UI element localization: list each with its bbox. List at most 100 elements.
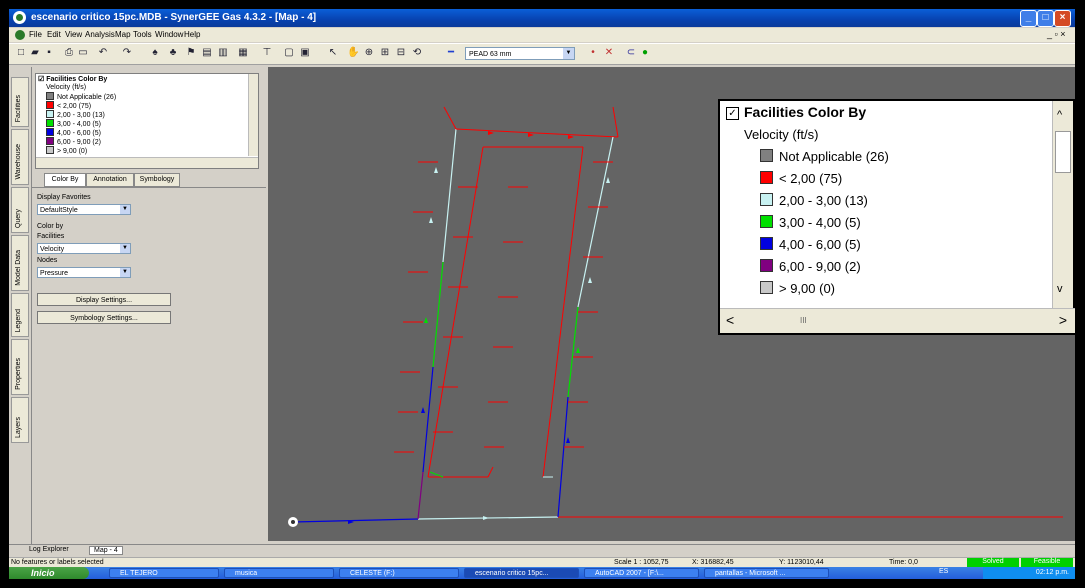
tab-color-by[interactable]: Color By bbox=[44, 173, 86, 187]
source-node-core bbox=[291, 520, 295, 524]
mdi-controls[interactable]: _ ▫ × bbox=[1047, 29, 1065, 39]
clock[interactable]: 02:12 p.m. bbox=[1036, 567, 1069, 579]
menu-view[interactable]: View bbox=[65, 30, 82, 39]
menu-window[interactable]: Window bbox=[155, 30, 183, 39]
title-bar[interactable]: escenario critico 15pc.MDB - SynerGEE Ga… bbox=[9, 9, 1075, 27]
preview-icon[interactable]: ▭ bbox=[77, 47, 89, 59]
scroll-left-icon[interactable]: < bbox=[726, 312, 734, 328]
legend-vscroll[interactable]: ^ v bbox=[1052, 101, 1073, 309]
legend-preview-item: 4,00 - 6,00 (5) bbox=[46, 128, 101, 137]
pipe-segment[interactable] bbox=[432, 261, 444, 368]
find-icon[interactable]: ♠ bbox=[149, 47, 161, 59]
pipe-segment[interactable] bbox=[612, 106, 619, 138]
menu-file[interactable]: File bbox=[29, 30, 42, 39]
pipe-type-select[interactable]: PEAD 63 mm ▼ bbox=[465, 47, 575, 60]
nodes-select[interactable]: Pressure ▼ bbox=[37, 267, 131, 278]
select-area-icon[interactable]: ▣ bbox=[299, 47, 311, 59]
tab-facilities[interactable]: Facilities bbox=[11, 77, 29, 127]
tab-model-data[interactable]: Model Data bbox=[11, 235, 29, 291]
menu-analysis[interactable]: Analysis bbox=[85, 30, 115, 39]
taskbar-item[interactable]: CELESTE (F:) bbox=[339, 568, 459, 578]
display-settings-button[interactable]: Display Settings... bbox=[37, 293, 171, 306]
undo-icon[interactable]: ↶ bbox=[97, 47, 109, 59]
print-icon[interactable]: ⎙ bbox=[63, 47, 75, 59]
tab-legend[interactable]: Legend bbox=[11, 293, 29, 337]
legend-item: < 2,00 (75) bbox=[760, 171, 842, 186]
service-laterals[interactable] bbox=[394, 161, 613, 453]
pipe-segment[interactable] bbox=[487, 466, 494, 478]
taskbar-item[interactable]: AutoCAD 2007 - [F:\... bbox=[584, 568, 699, 578]
calc-icon[interactable]: ▦ bbox=[237, 47, 249, 59]
tab-query[interactable]: Query bbox=[11, 187, 29, 233]
pointer-icon[interactable]: ↖ bbox=[327, 47, 339, 59]
scroll-up-icon[interactable]: ^ bbox=[1057, 109, 1062, 121]
pipe-segment[interactable] bbox=[417, 471, 424, 520]
minimize-button[interactable]: _ bbox=[1020, 10, 1037, 27]
menu-tools[interactable]: Tools bbox=[133, 30, 152, 39]
zoom-prev-icon[interactable]: ⟲ bbox=[411, 47, 423, 59]
taskbar-item[interactable]: EL TEJERO bbox=[109, 568, 219, 578]
start-button[interactable]: Inicio bbox=[9, 567, 89, 579]
legend-item: 2,00 - 3,00 (13) bbox=[760, 193, 868, 208]
link-icon[interactable]: ⊂ bbox=[625, 47, 637, 59]
warehouse-icon[interactable]: ♣ bbox=[167, 47, 179, 59]
redo-icon[interactable]: ↷ bbox=[121, 47, 133, 59]
scroll-down-icon[interactable]: v bbox=[1057, 283, 1063, 295]
taskbar-item[interactable]: musica bbox=[224, 568, 334, 578]
tab-layers[interactable]: Layers bbox=[11, 397, 29, 443]
report-icon[interactable]: ▤ bbox=[201, 47, 213, 59]
symbology-settings-button[interactable]: Symbology Settings... bbox=[37, 311, 171, 324]
menu-edit[interactable]: Edit bbox=[47, 30, 61, 39]
pipe-tool-icon[interactable]: ━ bbox=[445, 47, 457, 59]
legend-checkbox[interactable]: ✓ bbox=[726, 107, 739, 120]
taskbar-item[interactable]: escenario critico 15pc... bbox=[464, 568, 579, 578]
nodes-label: Nodes bbox=[37, 257, 58, 264]
tab-symbology[interactable]: Symbology bbox=[134, 173, 180, 187]
legend-hscroll[interactable]: < III > bbox=[720, 308, 1075, 333]
menu-help[interactable]: Help bbox=[184, 30, 200, 39]
legend-preview-item: 6,00 - 9,00 (2) bbox=[46, 137, 101, 146]
pipe-segment[interactable] bbox=[292, 518, 419, 523]
pan-icon[interactable]: ✋ bbox=[347, 47, 359, 59]
save-icon[interactable]: ▪ bbox=[43, 47, 55, 59]
new-icon[interactable]: □ bbox=[15, 47, 27, 59]
zoom-in-icon[interactable]: ⊕ bbox=[363, 47, 375, 59]
map-canvas[interactable]: ✓ Facilities Color By Velocity (ft/s) No… bbox=[268, 67, 1075, 541]
maximize-button[interactable]: □ bbox=[1037, 10, 1054, 27]
legend-preview: ☑ Facilities Color By Velocity (ft/s) No… bbox=[35, 73, 259, 169]
delete-node-icon[interactable]: ✕ bbox=[603, 47, 615, 59]
tab-map-4[interactable]: Map - 4 bbox=[89, 546, 123, 555]
tab-warehouse[interactable]: Warehouse bbox=[11, 129, 29, 185]
tab-log-explorer[interactable]: Log Explorer bbox=[29, 546, 69, 553]
language-indicator[interactable]: ES bbox=[939, 568, 948, 575]
valve-icon[interactable]: ● bbox=[639, 47, 651, 59]
model-icon[interactable]: ⚑ bbox=[185, 47, 197, 59]
pipe-segment[interactable] bbox=[455, 128, 619, 138]
solve-icon[interactable]: ⊤ bbox=[261, 47, 273, 59]
open-icon[interactable]: ▰ bbox=[29, 47, 41, 59]
close-button[interactable]: × bbox=[1054, 10, 1071, 27]
pipe-segment[interactable] bbox=[427, 146, 484, 478]
taskbar-item[interactable]: pantallas - Microsoft ... bbox=[704, 568, 829, 578]
status-time: Time: 0,0 bbox=[889, 559, 918, 566]
pipe-segment[interactable] bbox=[443, 106, 457, 130]
legend-preview-hscroll[interactable] bbox=[36, 157, 258, 168]
pipe-segment[interactable] bbox=[557, 396, 569, 518]
chart-icon[interactable]: ▥ bbox=[217, 47, 229, 59]
scroll-right-icon[interactable]: > bbox=[1059, 312, 1067, 328]
legend-item: 4,00 - 6,00 (5) bbox=[760, 237, 861, 252]
display-favorites-select[interactable]: DefaultStyle ▼ bbox=[37, 204, 131, 215]
menu-map[interactable]: Map bbox=[115, 30, 131, 39]
tab-properties[interactable]: Properties bbox=[11, 339, 29, 395]
document-tabs: Log Explorer Map - 4 bbox=[9, 544, 1075, 557]
pipe-segment[interactable] bbox=[442, 128, 457, 263]
node-tool-icon[interactable]: • bbox=[587, 47, 599, 59]
zoom-extent-icon[interactable]: ⊞ bbox=[379, 47, 391, 59]
pipe-segment[interactable] bbox=[429, 471, 444, 478]
scroll-thumb[interactable] bbox=[1055, 131, 1071, 173]
zoom-window-icon[interactable]: ⊟ bbox=[395, 47, 407, 59]
legend-preview-scrollbar[interactable] bbox=[248, 74, 258, 156]
tab-annotation[interactable]: Annotation bbox=[86, 173, 134, 187]
facilities-select[interactable]: Velocity ▼ bbox=[37, 243, 131, 254]
select-icon[interactable]: ▢ bbox=[283, 47, 295, 59]
